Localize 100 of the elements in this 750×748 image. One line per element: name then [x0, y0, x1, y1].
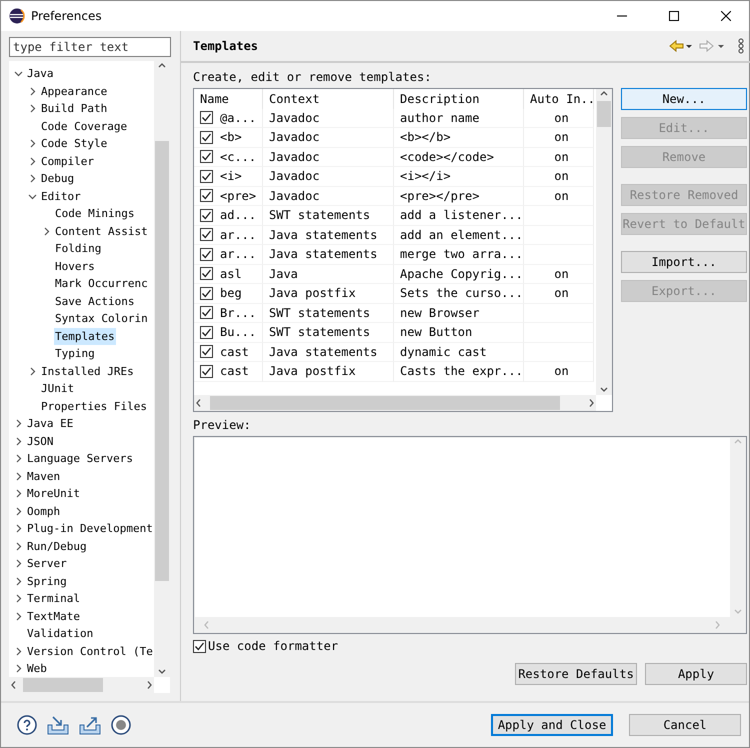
description-cell: Sets the curso... — [394, 284, 524, 304]
checkbox[interactable] — [200, 306, 213, 320]
tree-item[interactable]: Spring — [26, 572, 68, 590]
tree-item[interactable]: Appearance — [40, 82, 108, 100]
dialog-button[interactable]: Apply and Close — [491, 714, 613, 736]
auto-insert-cell: on — [524, 167, 594, 186]
chevron-right-icon[interactable] — [28, 366, 37, 376]
checkbox[interactable] — [200, 208, 213, 222]
tree-item[interactable]: Editor — [40, 188, 82, 205]
scroll-thumb[interactable] — [23, 678, 103, 692]
tree-item[interactable]: Syntax Colorin — [54, 310, 149, 328]
tree-item[interactable]: Save Actions — [54, 292, 136, 310]
auto-insert-cell: on — [524, 148, 594, 167]
chevron-down-icon[interactable] — [28, 192, 37, 201]
checkbox[interactable] — [193, 640, 206, 652]
scroll-thumb[interactable] — [210, 396, 560, 410]
context-cell: Java postfix — [263, 284, 394, 304]
context-cell: Java — [263, 264, 394, 284]
chevron-down-icon[interactable] — [14, 69, 23, 78]
tree-item[interactable]: Run/Debug — [26, 538, 88, 555]
scroll-thumb[interactable] — [155, 141, 169, 581]
tree-item[interactable]: TextMate — [26, 608, 81, 625]
tree-item[interactable]: Code Style — [40, 135, 108, 152]
checkbox[interactable] — [200, 345, 213, 358]
tree-item[interactable]: Code Minings — [54, 205, 136, 222]
column-header[interactable]: Context — [263, 89, 394, 108]
checkbox[interactable] — [200, 326, 213, 339]
checkbox[interactable] — [200, 150, 213, 164]
tree-item[interactable]: MoreUnit — [26, 485, 81, 502]
tree-item[interactable]: Build Path — [40, 100, 108, 118]
tree-item[interactable]: Plug-in Development — [26, 520, 154, 538]
description-cell: <b></b> — [394, 128, 524, 148]
column-header[interactable]: Name — [194, 89, 263, 108]
side-button[interactable]: Import... — [621, 251, 747, 273]
context-cell: Javadoc — [263, 186, 394, 206]
page-button[interactable]: Restore Defaults — [515, 663, 637, 685]
description-cell: add an element... — [394, 226, 524, 245]
checkbox[interactable] — [200, 111, 213, 124]
checkbox[interactable] — [200, 189, 213, 202]
context-cell: Java statements — [263, 342, 394, 362]
tree-item[interactable]: Web — [26, 660, 48, 677]
column-header[interactable]: Auto In.. — [524, 89, 594, 108]
tree-item[interactable]: JSON — [26, 432, 54, 450]
tree-item[interactable]: Maven — [26, 468, 62, 485]
view-menu-icon[interactable] — [737, 38, 745, 54]
tree-item[interactable]: Mark Occurrenc — [54, 275, 149, 292]
tree-item[interactable]: Installed JREs — [40, 362, 135, 380]
tree-item[interactable]: Properties Files — [40, 398, 148, 415]
tree-item[interactable]: Content Assist — [54, 222, 149, 240]
checkbox[interactable] — [200, 286, 213, 300]
name-cell: Br... — [220, 306, 256, 320]
tree-item[interactable]: Compiler — [40, 152, 95, 170]
tree-item[interactable]: Hovers — [54, 258, 96, 275]
auto-insert-cell: on — [524, 284, 594, 304]
tree-item[interactable]: Oomph — [26, 502, 62, 520]
checkbox[interactable] — [200, 170, 213, 183]
side-button[interactable]: New... — [621, 88, 747, 110]
tree-item[interactable]: Folding — [54, 240, 102, 258]
name-cell: @a... — [220, 110, 256, 125]
name-cell: <b> — [220, 130, 242, 144]
name-cell: asl — [220, 266, 242, 281]
help-icon[interactable] — [17, 715, 37, 735]
description-cell: <i></i> — [394, 167, 524, 186]
tree-item[interactable]: Version Control (Te — [26, 642, 154, 660]
column-header[interactable]: Description — [394, 89, 524, 108]
record-icon[interactable] — [111, 715, 131, 735]
tree-item[interactable]: Typing — [54, 345, 96, 362]
tree-item[interactable]: Terminal — [26, 590, 81, 608]
tree-item[interactable]: Server — [26, 555, 68, 572]
tree-item[interactable]: JUnit — [40, 380, 76, 398]
checkbox[interactable] — [200, 228, 213, 242]
import-icon[interactable] — [47, 715, 69, 735]
preview-label: Preview: — [193, 418, 252, 432]
checkbox[interactable] — [200, 267, 213, 280]
tree-item[interactable]: Validation — [26, 625, 94, 642]
tree-item[interactable]: Language Servers — [26, 450, 134, 468]
page-button[interactable]: Apply — [645, 663, 747, 685]
dialog-button[interactable]: Cancel — [629, 714, 741, 736]
context-cell: Java statements — [263, 245, 394, 264]
tree-item[interactable]: Java — [26, 65, 54, 82]
tree-item[interactable]: Java EE — [26, 415, 74, 432]
context-cell: SWT statements — [263, 323, 394, 342]
tree-item[interactable]: Debug — [40, 170, 76, 188]
description-cell: <pre></pre> — [394, 186, 524, 206]
checkbox[interactable] — [200, 364, 213, 378]
tree-item[interactable]: Code Coverage — [40, 118, 128, 135]
context-cell: SWT statements — [263, 206, 394, 226]
checkbox[interactable] — [200, 130, 213, 144]
scroll-thumb[interactable] — [597, 101, 611, 127]
checkbox[interactable] — [200, 248, 213, 261]
name-cell: Bu... — [220, 325, 256, 340]
tree-item[interactable]: Templates — [54, 328, 116, 345]
description-cell: add a listener... — [394, 206, 524, 226]
auto-insert-cell: on — [524, 108, 594, 128]
name-cell: <i> — [220, 169, 242, 184]
chevron-right-icon[interactable] — [42, 226, 51, 236]
close-icon[interactable] — [721, 11, 731, 21]
filter-field[interactable]: type filter text — [9, 37, 171, 57]
export-icon[interactable] — [79, 715, 101, 735]
maximize-icon[interactable] — [669, 11, 679, 21]
